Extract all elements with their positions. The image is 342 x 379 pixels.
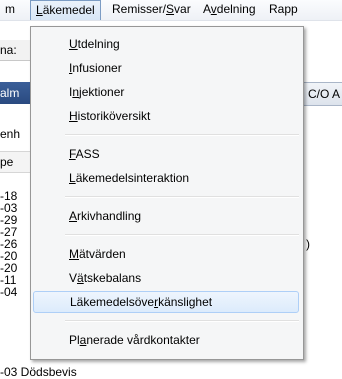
menu-item-lakemedelsinteraktion[interactable]: Läkemedelsinteraktion: [33, 167, 299, 189]
lakemedel-dropdown-menu: Utdelning Infusioner Injektioner Historiköv…: [30, 26, 304, 360]
menu-item-infusioner[interactable]: Infusioner: [33, 57, 299, 79]
background-right-text-fragment: ): [306, 237, 310, 251]
menu-item-rapporter-partial[interactable]: Rapp: [264, 0, 303, 19]
background-list-item-dodsbevis: -03 Dödsbevis: [0, 365, 77, 379]
background-right-header-fragment: C/O A: [303, 82, 342, 106]
menu-item-historikoversikt[interactable]: Historiköversikt: [33, 105, 299, 127]
menu-item-partial-left[interactable]: m: [0, 0, 20, 19]
menu-item-vatskebalans[interactable]: Vätskebalans: [33, 267, 299, 289]
menu-item-arkivhandling[interactable]: Arkivhandling: [33, 205, 299, 227]
menu-bar: m Läkemedel Remisser/Svar Avdelning Rapp: [0, 0, 342, 21]
menu-separator: [65, 196, 299, 198]
menu-separator: [65, 134, 299, 136]
menu-item-lakemedelsoverkanslighet[interactable]: Läkemedelsöverkänslighet: [33, 291, 299, 313]
menu-item-fass[interactable]: FASS: [33, 143, 299, 165]
menu-separator: [65, 234, 299, 236]
menu-item-remisser-svar[interactable]: Remisser/Svar: [107, 0, 196, 19]
menu-item-planerade-vardkontakter[interactable]: Planerade vårdkontakter: [33, 329, 299, 351]
background-label-fragment: enh: [0, 127, 21, 141]
menu-item-injektioner[interactable]: Injektioner: [33, 81, 299, 103]
menu-separator: [65, 320, 299, 322]
menu-item-utdelning[interactable]: Utdelning: [33, 33, 299, 55]
menu-item-lakemedel[interactable]: Läkemedel: [30, 0, 101, 20]
background-header-fragment: alm: [0, 82, 30, 104]
background-tab-fragment: na:: [0, 40, 30, 61]
background-column-header-fragment: pe: [0, 151, 30, 173]
menu-item-matvarden[interactable]: Mätvärden: [33, 243, 299, 265]
menu-item-avdelning[interactable]: Avdelning: [198, 0, 261, 19]
